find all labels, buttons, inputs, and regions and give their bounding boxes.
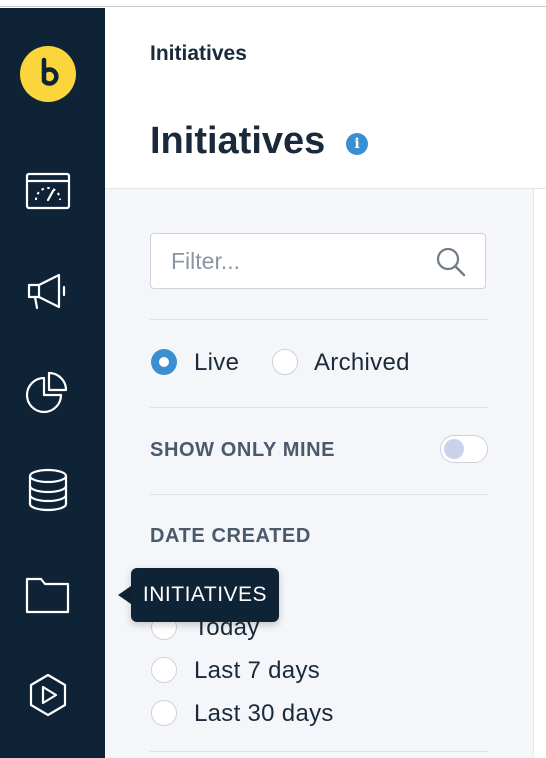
toggle-knob: [444, 439, 464, 459]
status-option-label: Live: [194, 349, 240, 376]
brand-logo-icon[interactable]: [20, 46, 76, 102]
page-title: Initiatives: [150, 120, 326, 162]
date-option-label: Last 7 days: [194, 657, 321, 684]
show-only-mine-label: SHOW ONLY MINE: [150, 439, 336, 461]
megaphone-icon[interactable]: [23, 266, 73, 316]
date-radio-last-7-days[interactable]: [151, 657, 177, 683]
divider: [150, 407, 488, 408]
pie-chart-icon[interactable]: [23, 366, 73, 416]
show-only-mine-toggle[interactable]: [440, 435, 488, 463]
info-icon[interactable]: i: [346, 133, 368, 155]
content-area-edge: [533, 189, 546, 758]
folder-icon[interactable]: [23, 570, 73, 620]
top-border: [0, 6, 546, 7]
filter-input[interactable]: [171, 246, 421, 276]
play-icon[interactable]: [23, 670, 73, 720]
divider: [150, 494, 488, 495]
divider: [150, 751, 488, 752]
date-option-label: Last 30 days: [194, 700, 334, 727]
roadmap-icon[interactable]: [23, 166, 73, 216]
tooltip-arrow: [118, 586, 131, 604]
sidebar-tooltip: INITIATIVES: [131, 568, 279, 622]
sidebar: [0, 8, 105, 758]
filter-field[interactable]: [150, 233, 486, 289]
divider: [150, 319, 488, 320]
date-radio-last-30-days[interactable]: [151, 700, 177, 726]
status-option-label: Archived: [314, 349, 410, 376]
date-created-label: DATE CREATED: [150, 525, 311, 547]
status-radio-live[interactable]: [151, 349, 177, 375]
breadcrumb[interactable]: Initiatives: [150, 42, 247, 66]
database-icon[interactable]: [23, 466, 73, 516]
status-radio-archived[interactable]: [272, 349, 298, 375]
search-icon[interactable]: [435, 246, 467, 278]
